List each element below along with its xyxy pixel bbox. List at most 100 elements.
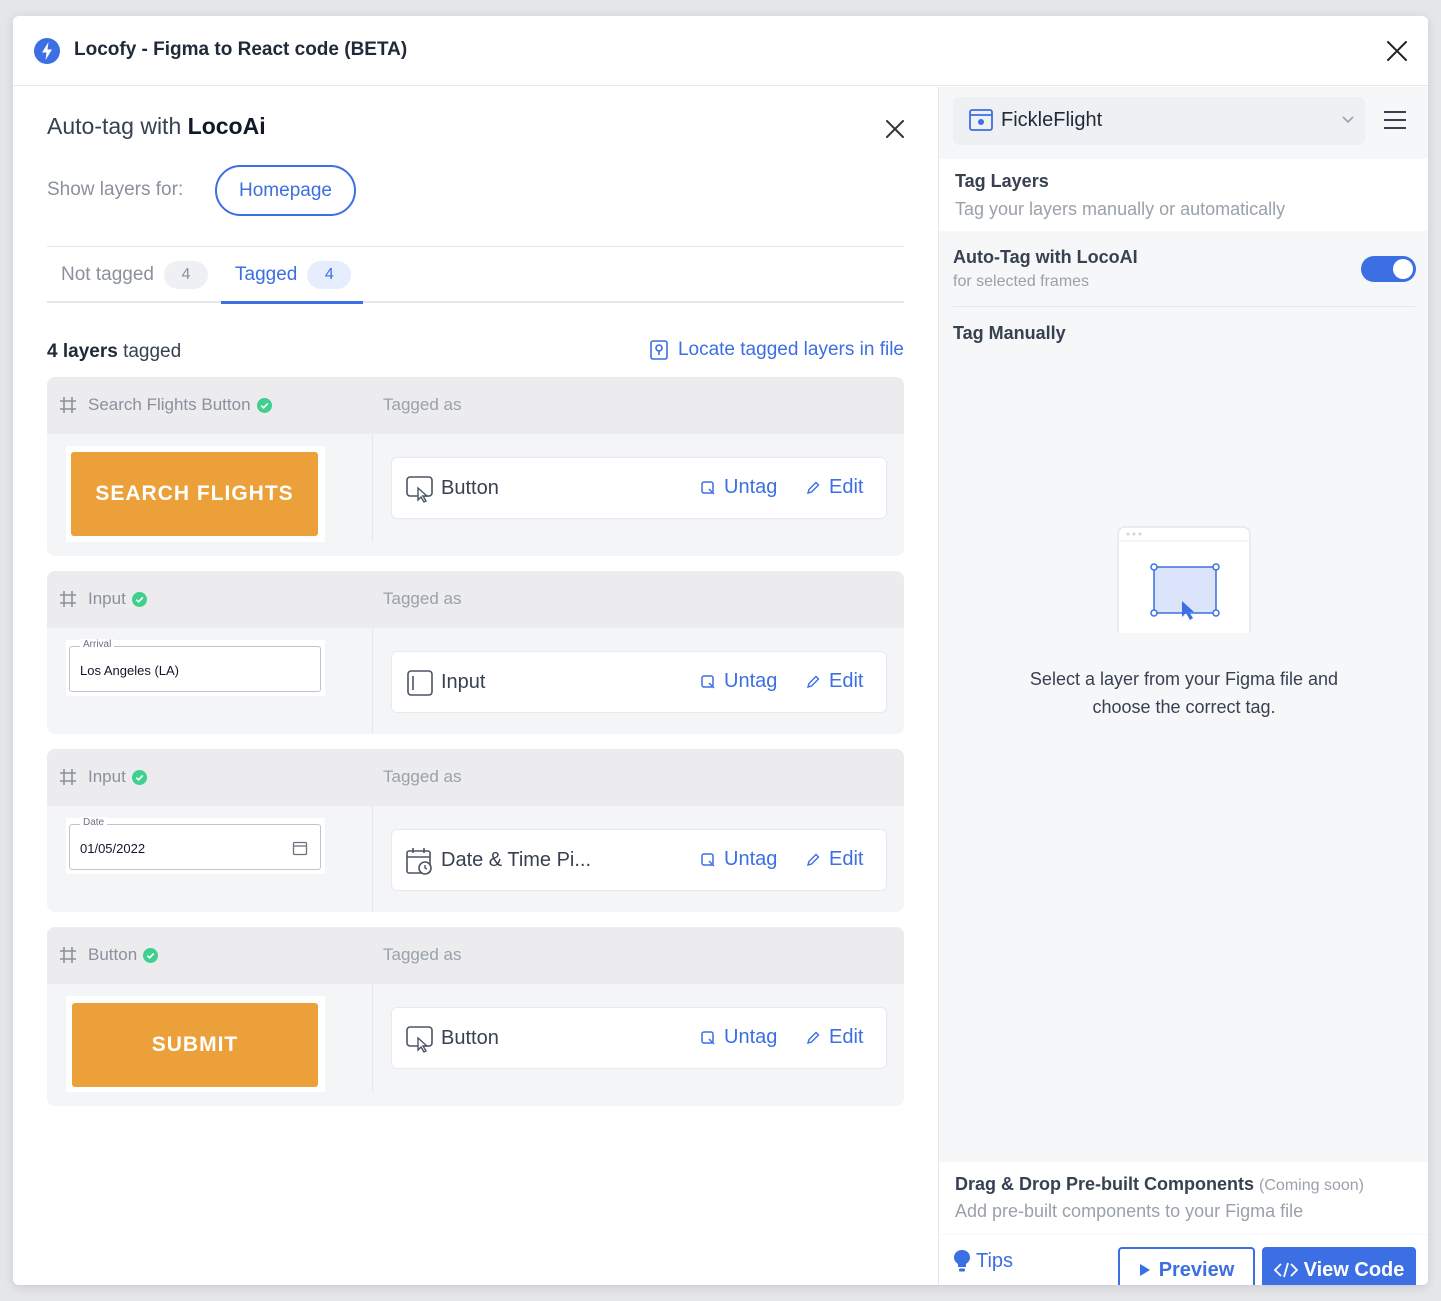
layer-preview: SEARCH FLIGHTS bbox=[66, 446, 325, 542]
tips-link[interactable]: Tips bbox=[953, 1249, 1013, 1273]
untag-icon bbox=[701, 1030, 715, 1045]
tag-manually-title: Tag Manually bbox=[953, 323, 1066, 343]
layer-card-body: Date 01/05/2022 Date & Time Pi... Untag … bbox=[47, 806, 904, 912]
layer-card: Input Tagged as Arrival Los Angeles (LA) bbox=[47, 571, 904, 734]
untag-button[interactable]: Untag bbox=[700, 670, 777, 693]
preview-input-value: 01/05/2022 bbox=[80, 841, 146, 856]
tagged-as-label: Tagged as bbox=[383, 589, 462, 608]
layer-card: Input Tagged as Date 01/05/2022 Date & T… bbox=[47, 749, 904, 912]
tag-name: Input bbox=[441, 671, 486, 693]
project-selector[interactable]: FickleFlight bbox=[953, 97, 1365, 145]
column-divider bbox=[372, 984, 373, 1092]
edit-label: Edit bbox=[829, 848, 864, 870]
close-window-icon[interactable] bbox=[1386, 40, 1408, 62]
preview-button[interactable]: Preview bbox=[1118, 1247, 1255, 1285]
tag-layers-subtitle: Tag your layers manually or automaticall… bbox=[955, 199, 1286, 219]
layer-card-header: Input Tagged as bbox=[47, 749, 904, 806]
page-selector-pill[interactable]: Homepage bbox=[215, 165, 356, 216]
edit-label: Edit bbox=[829, 670, 864, 692]
autotag-toggle[interactable] bbox=[1361, 256, 1416, 282]
layer-card-body: SEARCH FLIGHTS Button Untag Edit bbox=[47, 434, 904, 556]
edit-button[interactable]: Edit bbox=[805, 848, 863, 871]
tag-name: Button bbox=[441, 477, 499, 499]
pencil-icon bbox=[806, 675, 820, 688]
preview-input-label: Date bbox=[80, 817, 108, 828]
pencil-icon bbox=[806, 853, 820, 866]
preview-submit-button: SUBMIT bbox=[72, 1003, 318, 1087]
frame-hash-icon bbox=[60, 397, 76, 413]
tag-name: Date & Time Pi... bbox=[441, 849, 592, 871]
layers-count-number: 4 layers bbox=[47, 341, 118, 362]
location-pin-icon bbox=[650, 340, 668, 360]
tabs: Not tagged 4 Tagged 4 bbox=[47, 247, 904, 304]
tab-not-tagged[interactable]: Not tagged 4 bbox=[61, 247, 208, 303]
check-circle-icon bbox=[256, 397, 272, 413]
column-divider bbox=[372, 434, 373, 542]
tab-tagged[interactable]: Tagged 4 bbox=[221, 247, 363, 303]
check-circle-icon bbox=[143, 947, 159, 963]
datetime-tag-icon bbox=[406, 848, 432, 875]
coming-soon-badge: (Coming soon) bbox=[1259, 1177, 1364, 1194]
project-frame-icon bbox=[969, 109, 993, 131]
edit-button[interactable]: Edit bbox=[805, 476, 863, 499]
column-divider bbox=[372, 806, 373, 912]
pencil-icon bbox=[806, 481, 820, 494]
view-code-button[interactable]: View Code bbox=[1262, 1247, 1416, 1285]
tab-not-tagged-label: Not tagged bbox=[61, 264, 154, 285]
tag-layers-section: Tag Layers Tag your layers manually or a… bbox=[939, 159, 1428, 231]
locate-tagged-layers-link[interactable]: Locate tagged layers in file bbox=[650, 339, 904, 361]
tab-not-tagged-count: 4 bbox=[163, 261, 208, 289]
layer-name: Input bbox=[88, 589, 147, 609]
untag-label: Untag bbox=[724, 1026, 778, 1048]
edit-button[interactable]: Edit bbox=[805, 670, 863, 693]
window-title: Locofy - Figma to React code (BETA) bbox=[74, 39, 408, 60]
locate-label: Locate tagged layers in file bbox=[677, 339, 904, 360]
edit-button[interactable]: Edit bbox=[805, 1026, 863, 1049]
show-layers-label: Show layers for: bbox=[47, 179, 184, 200]
tag-box: Date & Time Pi... Untag Edit bbox=[391, 829, 887, 891]
code-icon bbox=[1273, 1262, 1298, 1278]
empty-state-message: Select a layer from your Figma file and … bbox=[1029, 669, 1339, 717]
dnd-title-text: Drag & Drop Pre-built Components bbox=[955, 1174, 1255, 1194]
layers-count-rest: tagged bbox=[117, 341, 182, 362]
preview-search-flights-button: SEARCH FLIGHTS bbox=[71, 452, 318, 536]
tag-box: Button Untag Edit bbox=[391, 457, 887, 519]
untag-label: Untag bbox=[724, 476, 778, 498]
button-tag-icon bbox=[406, 1026, 433, 1053]
untag-button[interactable]: Untag bbox=[700, 476, 777, 499]
autotag-title-prefix: Auto-tag with bbox=[47, 113, 188, 139]
untag-label: Untag bbox=[724, 670, 778, 692]
check-circle-icon bbox=[131, 591, 147, 607]
untag-button[interactable]: Untag bbox=[700, 848, 777, 871]
sidebar: FickleFlight Tag Layers Tag your layers … bbox=[938, 87, 1428, 1285]
preview-arrival-input: Arrival Los Angeles (LA) bbox=[69, 639, 321, 692]
layer-name: Button bbox=[88, 945, 159, 965]
untag-icon bbox=[701, 674, 715, 689]
locofy-logo-icon bbox=[34, 38, 60, 64]
layer-name-text: Button bbox=[88, 945, 138, 964]
tag-name: Button bbox=[441, 1027, 499, 1049]
close-panel-icon[interactable] bbox=[885, 119, 905, 139]
dnd-subtitle: Add pre-built components to your Figma f… bbox=[955, 1201, 1304, 1221]
layer-card-header: Button Tagged as bbox=[47, 927, 904, 984]
layer-card: Search Flights Button Tagged as SEARCH F… bbox=[47, 377, 904, 556]
autotag-title-bold: LocoAi bbox=[187, 113, 266, 139]
preview-label: Preview bbox=[1158, 1258, 1235, 1281]
tips-label: Tips bbox=[976, 1249, 1014, 1272]
hamburger-menu-icon[interactable] bbox=[1383, 109, 1407, 131]
frame-hash-icon bbox=[60, 591, 76, 607]
layer-name: Search Flights Button bbox=[88, 395, 272, 415]
drag-drop-section: Drag & Drop Pre-built Components (Coming… bbox=[939, 1162, 1428, 1234]
layer-card-body: Arrival Los Angeles (LA) Input Untag Edi… bbox=[47, 628, 904, 734]
tag-box: Button Untag Edit bbox=[391, 1007, 887, 1069]
view-code-label: View Code bbox=[1303, 1258, 1405, 1281]
layer-name-text: Input bbox=[88, 767, 126, 786]
tab-tagged-count: 4 bbox=[307, 261, 352, 289]
edit-label: Edit bbox=[829, 476, 864, 498]
preview-date-input: Date 01/05/2022 bbox=[69, 817, 321, 870]
layer-name: Input bbox=[88, 767, 147, 787]
preview-input-label: Arrival bbox=[80, 639, 115, 650]
tagged-as-label: Tagged as bbox=[383, 395, 462, 414]
untag-button[interactable]: Untag bbox=[700, 1026, 777, 1049]
edit-label: Edit bbox=[829, 1026, 864, 1048]
